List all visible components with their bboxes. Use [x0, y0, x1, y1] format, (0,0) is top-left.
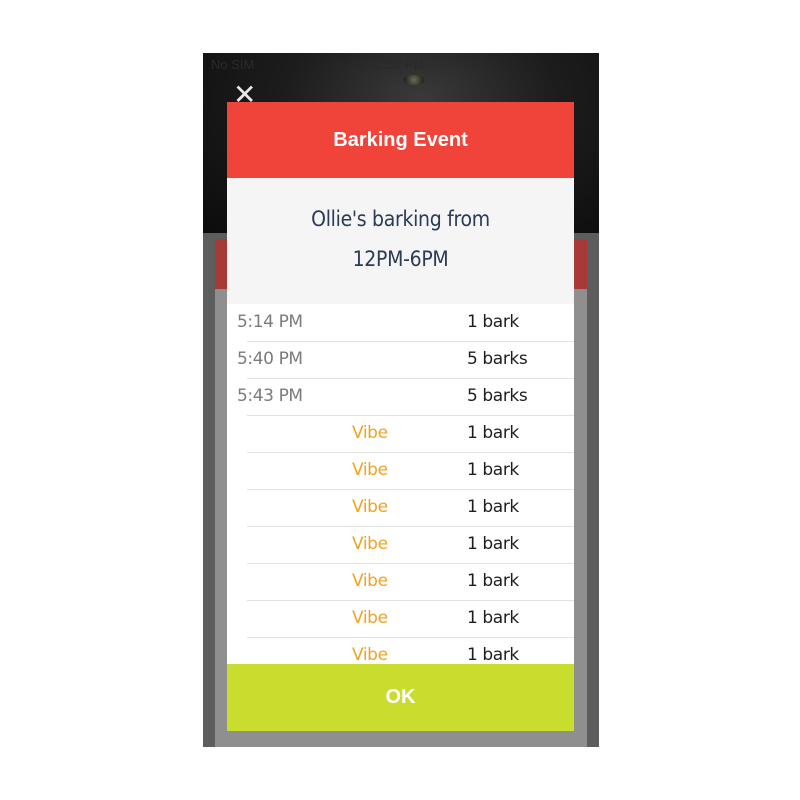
ok-button[interactable]: OK: [227, 664, 574, 731]
event-time: 5:43 PM: [237, 386, 303, 406]
event-count: 1 bark: [467, 460, 519, 480]
event-count: 1 bark: [467, 423, 519, 443]
event-row: Vibe 1 bark: [247, 600, 574, 638]
event-time: 5:14 PM: [237, 312, 303, 332]
subtitle-line-1: Ollie's barking from: [311, 207, 490, 231]
subtitle-line-2: 12PM-6PM: [352, 247, 449, 271]
status-carrier: No SIM: [211, 57, 255, 72]
event-type: Vibe: [352, 534, 388, 554]
event-row: Vibe 1 bark: [247, 489, 574, 527]
event-count: 5 barks: [467, 349, 528, 369]
modal-subtitle: Ollie's barking from 12PM-6PM: [227, 178, 574, 304]
event-type: Vibe: [352, 645, 388, 665]
event-row: 5:40 PM 5 barks: [237, 341, 574, 379]
event-row: Vibe 1 bark: [247, 452, 574, 490]
status-time: 3:58 PM: [375, 57, 425, 72]
event-row: Vibe 1 bark: [247, 415, 574, 453]
event-type: Vibe: [352, 423, 388, 443]
event-count: 1 bark: [467, 645, 519, 665]
event-type: Vibe: [352, 497, 388, 517]
status-bar: No SIM 3:58 PM: [203, 53, 599, 75]
dog-eye: [403, 75, 425, 85]
event-type: Vibe: [352, 571, 388, 591]
event-row: 5:43 PM 5 barks: [237, 378, 574, 416]
event-row: Vibe 1 bark: [247, 563, 574, 601]
event-row: 5:14 PM 1 bark: [237, 304, 574, 342]
modal-title: Barking Event: [227, 102, 574, 178]
event-count: 1 bark: [467, 608, 519, 628]
event-time: 5:40 PM: [237, 349, 303, 369]
event-count: 5 barks: [467, 386, 528, 406]
event-type: Vibe: [352, 608, 388, 628]
event-row: Vibe 1 bark: [247, 526, 574, 564]
event-count: 1 bark: [467, 534, 519, 554]
event-type: Vibe: [352, 460, 388, 480]
event-count: 1 bark: [467, 497, 519, 517]
event-count: 1 bark: [467, 571, 519, 591]
event-count: 1 bark: [467, 312, 519, 332]
barking-event-modal: Barking Event Ollie's barking from 12PM-…: [227, 102, 574, 731]
